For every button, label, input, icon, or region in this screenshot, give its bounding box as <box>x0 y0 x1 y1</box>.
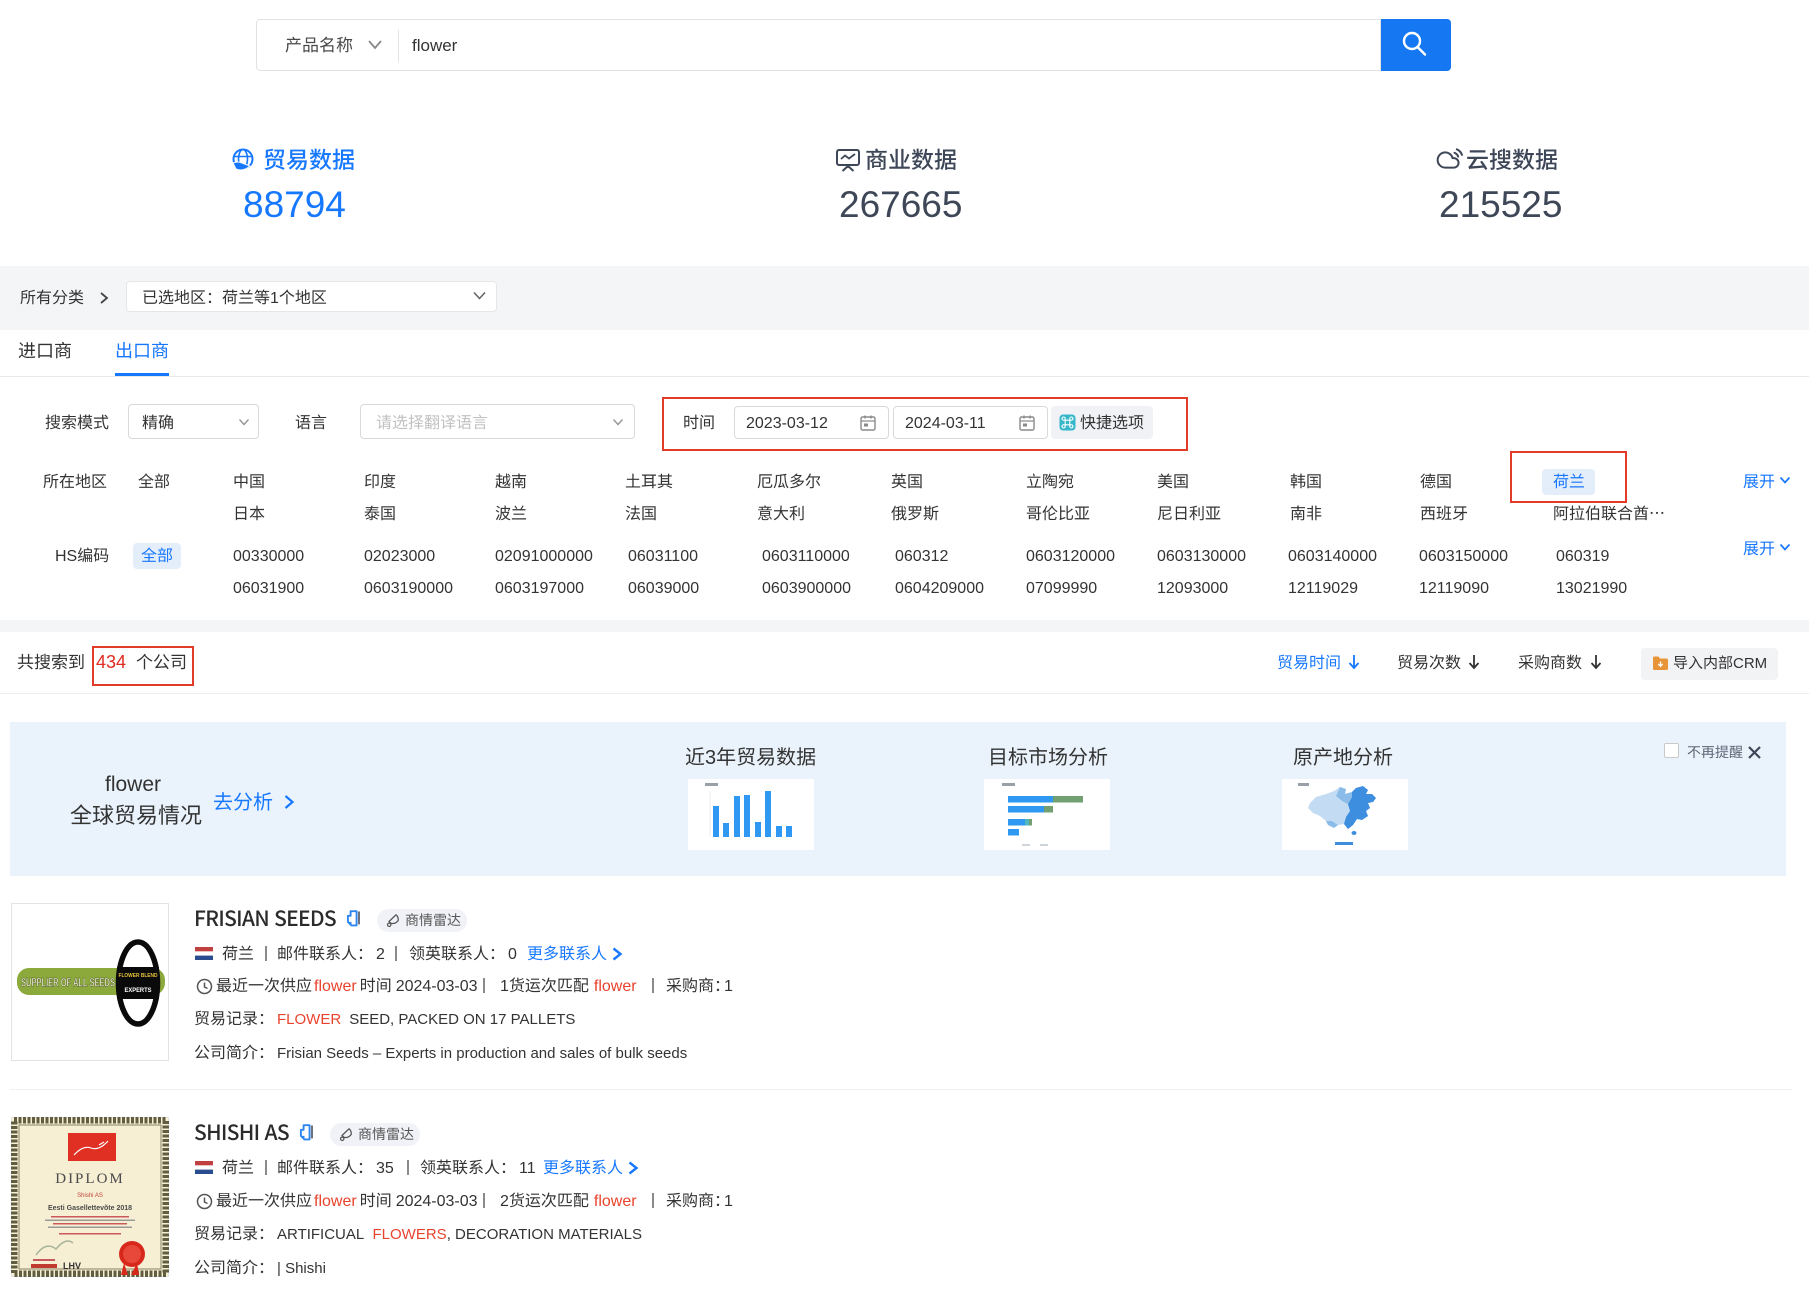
svg-text:12093000: 12093000 <box>1157 580 1228 597</box>
svg-text:2: 2 <box>500 1193 509 1210</box>
svg-text:0603150000: 0603150000 <box>1419 548 1508 565</box>
svg-text:| Shishi: | Shishi <box>277 1260 326 1277</box>
svg-text:35: 35 <box>376 1160 394 1177</box>
svg-text:12119090: 12119090 <box>1419 580 1489 597</box>
svg-text:0603110000: 0603110000 <box>762 548 850 565</box>
svg-text:HS: HS <box>55 548 77 565</box>
svg-text:00330000: 00330000 <box>233 548 304 565</box>
svg-text:Frisian Seeds – Experts in pro: Frisian Seeds – Experts in production an… <box>277 1045 687 1062</box>
svg-text:02091000000: 02091000000 <box>495 548 593 565</box>
svg-text:1: 1 <box>724 1193 733 1210</box>
svg-text:ARTIFICUAL: ARTIFICUAL <box>277 1226 364 1243</box>
svg-text:215525: 215525 <box>1439 184 1562 225</box>
svg-text:2: 2 <box>376 946 385 963</box>
svg-text:2024-03-03: 2024-03-03 <box>396 978 478 995</box>
svg-text:, DECORATION MATERIALS: , DECORATION MATERIALS <box>447 1226 642 1243</box>
svg-text:flower: flower <box>412 36 458 55</box>
svg-text:FLOWER: FLOWER <box>277 1011 341 1028</box>
svg-text:FLOWER BLEND: FLOWER BLEND <box>119 973 158 979</box>
svg-text:SUPPLIER OF ALL SEEDS: SUPPLIER OF ALL SEEDS <box>21 976 115 990</box>
svg-text:0603140000: 0603140000 <box>1288 548 1377 565</box>
svg-text:1: 1 <box>500 978 509 995</box>
svg-text:flower: flower <box>314 978 357 995</box>
svg-text:11: 11 <box>519 1160 536 1177</box>
svg-text:88794: 88794 <box>243 184 346 225</box>
svg-text:0603197000: 0603197000 <box>495 580 584 597</box>
svg-text:060319: 060319 <box>1556 548 1609 565</box>
svg-text:2024-03-03: 2024-03-03 <box>396 1193 478 1210</box>
svg-text:1: 1 <box>724 978 733 995</box>
svg-text:Shishi AS: Shishi AS <box>77 1193 103 1199</box>
svg-text:06039000: 06039000 <box>628 580 699 597</box>
svg-text:flower: flower <box>594 1193 637 1210</box>
svg-text:flower: flower <box>594 978 637 995</box>
svg-text:flower: flower <box>314 1193 357 1210</box>
svg-text:flower: flower <box>105 773 161 796</box>
svg-text:060312: 060312 <box>895 548 948 565</box>
svg-text:06031900: 06031900 <box>233 580 304 597</box>
svg-text:06031100: 06031100 <box>628 548 698 565</box>
svg-text:FLOWERS: FLOWERS <box>373 1226 447 1243</box>
svg-text:EXPERTS: EXPERTS <box>125 988 152 994</box>
svg-text:267665: 267665 <box>839 184 962 225</box>
svg-text:12119029: 12119029 <box>1288 580 1358 597</box>
svg-text:DIPLOM: DIPLOM <box>55 1171 125 1187</box>
svg-text:07099990: 07099990 <box>1026 580 1097 597</box>
svg-text:0603130000: 0603130000 <box>1157 548 1246 565</box>
svg-text:0603190000: 0603190000 <box>364 580 453 597</box>
svg-text:0604209000: 0604209000 <box>895 580 984 597</box>
svg-text:0603120000: 0603120000 <box>1026 548 1115 565</box>
svg-text:CRM: CRM <box>1733 655 1767 672</box>
svg-text:LHV: LHV <box>63 1261 81 1271</box>
svg-text:02023000: 02023000 <box>364 548 435 565</box>
svg-text:0: 0 <box>508 946 517 963</box>
svg-text:Eesti Gasellettevõte 2018: Eesti Gasellettevõte 2018 <box>48 1205 132 1212</box>
svg-text:SEED, PACKED ON 17 PALLETS: SEED, PACKED ON 17 PALLETS <box>349 1011 575 1028</box>
svg-text:13021990: 13021990 <box>1556 580 1627 597</box>
svg-text:3: 3 <box>705 747 716 769</box>
svg-text:0603900000: 0603900000 <box>762 580 851 597</box>
svg-text:1: 1 <box>270 290 279 307</box>
